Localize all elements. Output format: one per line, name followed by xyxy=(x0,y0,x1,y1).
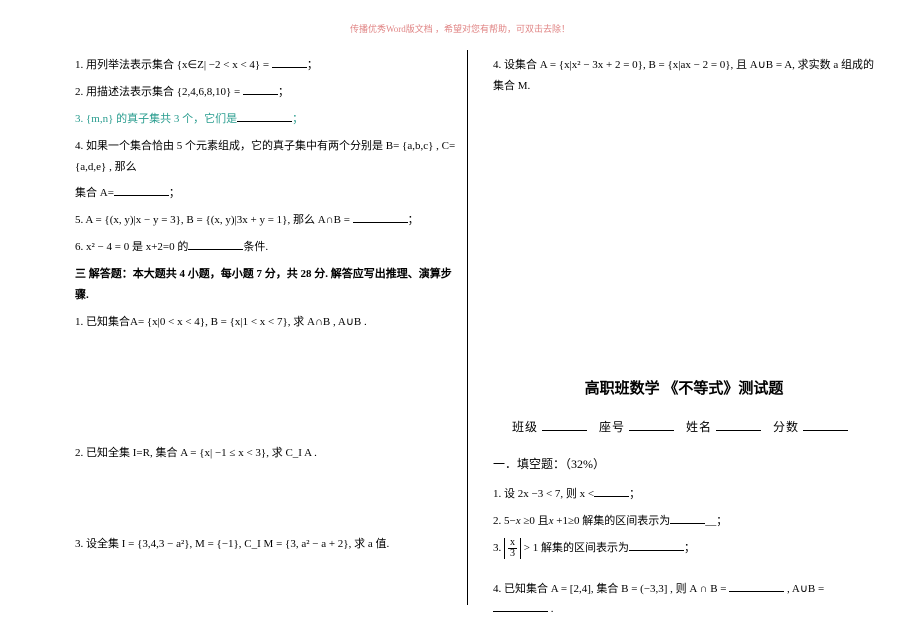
solve-q3: 3. 设全集 I = {3,4,3 − a²}, M = {−1}, C_I M… xyxy=(75,534,457,555)
q2-text: 2. 用描述法表示集合 {2,4,6,8,10} = xyxy=(75,86,243,98)
frac-den: 3 xyxy=(508,549,517,559)
fill-q2: 2. 5−x ≥0 且x +1≥0 解集的区间表示为__； xyxy=(493,511,875,532)
f1-text: 1. 设 2x −3 < 7, 则 x < xyxy=(493,488,594,500)
q2-tail: ； xyxy=(278,86,289,98)
fill-q3: 3. x3 > 1 解集的区间表示为 ； xyxy=(493,538,875,559)
f2-tail: ； xyxy=(716,515,727,527)
blank xyxy=(272,56,307,68)
blank xyxy=(237,110,292,122)
left-q3: 3. {m,n} 的真子集共 3 个，它们是 ； xyxy=(75,109,457,130)
abs-brackets: x3 xyxy=(504,538,521,559)
blank xyxy=(729,580,784,592)
q4b-text: 集合 A= xyxy=(75,187,114,199)
left-q4b: 集合 A= ； xyxy=(75,183,457,204)
f2b: ≥0 且 xyxy=(523,515,548,527)
blank-seat xyxy=(629,419,674,431)
q6-text: 6. x² − 4 = 0 是 x+2=0 的 xyxy=(75,241,188,253)
blank xyxy=(188,238,243,250)
fill-q1: 1. 设 2x −3 < 7, 则 x < ； xyxy=(493,484,875,505)
test-title: 高职班数学 《不等式》测试题 xyxy=(493,377,875,398)
blank-class xyxy=(542,419,587,431)
f2a: 2. 5− xyxy=(493,515,516,527)
f3b: > 1 解集的区间表示为 xyxy=(524,542,629,554)
blank xyxy=(243,83,278,95)
label-score: 分数 xyxy=(773,420,799,434)
q4b-tail: ； xyxy=(169,187,180,199)
blank xyxy=(114,184,169,196)
label-seat: 座号 xyxy=(599,420,625,434)
right-q4: 4. 设集合 A = {x|x² − 3x + 2 = 0}, B = {x|a… xyxy=(493,55,875,97)
student-info-row: 班级 座号 姓名 分数 xyxy=(493,418,875,435)
header-notice: 传播优秀Word版文档 ，希望对您有帮助，可双击去除！ xyxy=(0,0,920,45)
left-q1: 1. 用列举法表示集合 {x∈Z| −2 < x < 4} = ； xyxy=(75,55,457,76)
f4-tail: . xyxy=(551,603,554,615)
frac-num: x xyxy=(508,538,517,549)
q1-text: 1. 用列举法表示集合 {x∈Z| −2 < x < 4} = xyxy=(75,59,272,71)
f4-mid: , A∪B = xyxy=(787,583,824,595)
var-x-italic: x xyxy=(549,515,554,527)
f2c: +1≥0 解集的区间表示为 xyxy=(556,515,670,527)
q6-tail: 条件. xyxy=(243,241,268,253)
blank xyxy=(493,600,548,612)
blank-name xyxy=(716,419,761,431)
left-q2: 2. 用描述法表示集合 {2,4,6,8,10} = ； xyxy=(75,82,457,103)
blank-score xyxy=(803,419,848,431)
q3-text: 3. {m,n} 的真子集共 3 个，它们是 xyxy=(75,113,237,125)
q5-tail: ； xyxy=(408,214,419,226)
label-class: 班级 xyxy=(512,420,538,434)
var-x-italic: x xyxy=(516,515,521,527)
fill-q4: 4. 已知集合 A = [2,4], 集合 B = (−3,3] , 则 A ∩… xyxy=(493,579,875,621)
f3-tail: ； xyxy=(684,542,695,554)
fraction-x-over-3: x3 xyxy=(508,538,517,559)
blank xyxy=(594,485,629,497)
blank xyxy=(670,512,705,524)
left-q5: 5. A = {(x, y)|x − y = 3}, B = {(x, y)|3… xyxy=(75,210,457,231)
q3-tail: ； xyxy=(292,113,303,125)
label-name: 姓名 xyxy=(686,420,712,434)
f4-text: 4. 已知集合 A = [2,4], 集合 B = (−3,3] , 则 A ∩… xyxy=(493,583,729,595)
page-columns: 1. 用列举法表示集合 {x∈Z| −2 < x < 4} = ； 2. 用描述… xyxy=(0,45,920,626)
blank xyxy=(353,211,408,223)
f3a: 3. xyxy=(493,542,504,554)
left-q4a: 4. 如果一个集合恰由 5 个元素组成，它的真子集中有两个分别是 B= {a,b… xyxy=(75,136,457,178)
f1-tail: ； xyxy=(629,488,640,500)
section-3-heading: 三 解答题：本大题共 4 小题，每小题 7 分，共 28 分. 解答应写出推理、… xyxy=(75,264,457,306)
q5-text: 5. A = {(x, y)|x − y = 3}, B = {(x, y)|3… xyxy=(75,214,353,226)
section-1-heading: 一．填空题：（32%） xyxy=(493,455,875,472)
q1-tail: ； xyxy=(307,59,318,71)
solve-q2: 2. 已知全集 I=R, 集合 A = {x| −1 ≤ x < 3}, 求 C… xyxy=(75,443,457,464)
blank xyxy=(629,539,684,551)
left-q6: 6. x² − 4 = 0 是 x+2=0 的 条件. xyxy=(75,237,457,258)
solve-q1: 1. 已知集合A= {x|0 < x < 4}, B = {x|1 < x < … xyxy=(75,312,457,333)
right-column: 4. 设集合 A = {x|x² − 3x + 2 = 0}, B = {x|a… xyxy=(468,45,875,626)
left-column: 1. 用列举法表示集合 {x∈Z| −2 < x < 4} = ； 2. 用描述… xyxy=(75,45,467,626)
